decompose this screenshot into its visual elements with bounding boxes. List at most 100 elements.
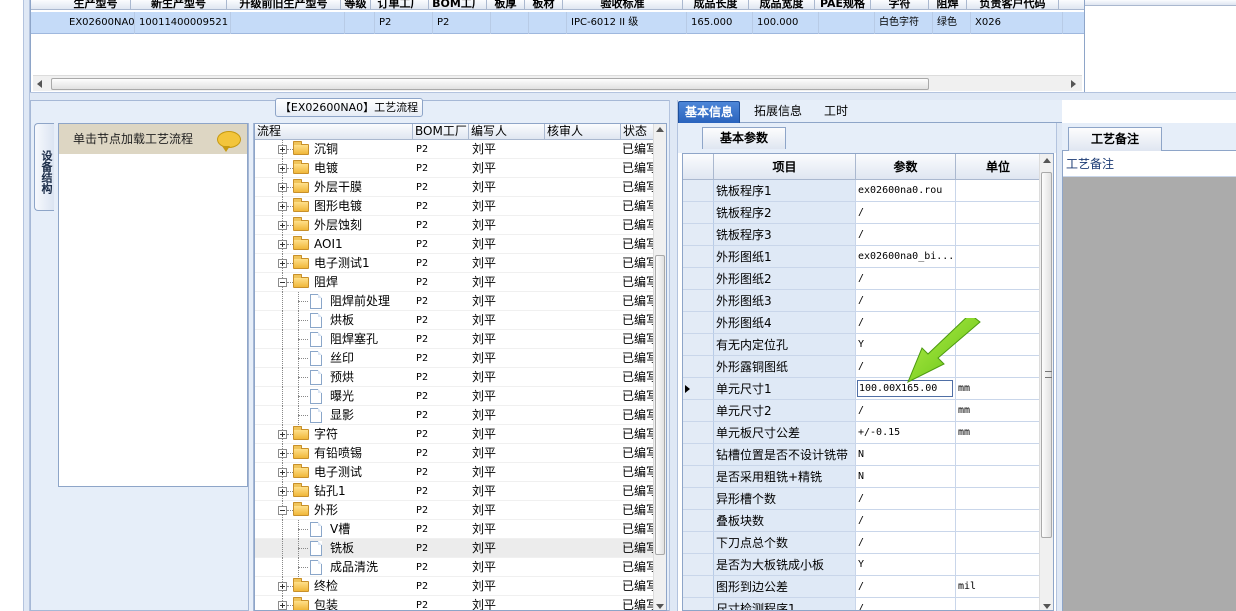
product-cell[interactable]: 10011400009521 [135, 12, 231, 34]
param-value-cell[interactable]: / [856, 268, 956, 290]
product-cell[interactable]: 100.000 [753, 12, 819, 34]
table-row[interactable]: 成品清洗 P2 刘平 已编写 [255, 558, 655, 577]
table-row[interactable]: 阻焊前处理 P2 刘平 已编写 [255, 292, 655, 311]
process-tree-vscrollbar[interactable] [653, 124, 666, 610]
row-indicator[interactable] [683, 356, 714, 378]
product-col-header[interactable]: 阻焊 [929, 0, 967, 10]
table-row[interactable]: 有铅喷锡 P2 刘平 已编写 [255, 444, 655, 463]
product-cell[interactable]: P2 [433, 12, 491, 34]
row-indicator[interactable] [683, 180, 714, 202]
tree-node-label[interactable]: 沉铜 [314, 140, 412, 159]
table-row[interactable]: 终检 P2 刘平 已编写 [255, 577, 655, 596]
table-row[interactable]: 图形到边公差 / mil [683, 576, 1041, 598]
table-row[interactable]: 阻焊塞孔 P2 刘平 已编写 [255, 330, 655, 349]
table-row[interactable]: 铣板程序2/ [683, 202, 1041, 224]
table-row[interactable]: 尺寸检测程序1/ [683, 598, 1041, 610]
tree-node-label[interactable]: 电子测试1 [314, 254, 412, 273]
expand-icon[interactable] [278, 487, 287, 496]
col-value-header[interactable]: 参数 [856, 154, 956, 180]
param-value-cell[interactable]: N [856, 444, 956, 466]
table-row[interactable]: 钻槽位置是否不设计铣带 N [683, 444, 1041, 466]
product-cell[interactable]: X026 [971, 12, 1063, 34]
expand-icon[interactable] [278, 430, 287, 439]
tree-node-label[interactable]: 电镀 [314, 159, 412, 178]
node-tree-box[interactable]: 单击节点加载工艺流程 [58, 123, 248, 487]
scroll-left-icon[interactable] [37, 80, 42, 88]
tree-node-label[interactable]: 终检 [314, 577, 412, 596]
param-value-cell[interactable]: / [856, 598, 956, 610]
product-col-header[interactable]: 板材 [525, 0, 563, 10]
row-indicator[interactable] [683, 598, 714, 610]
expand-icon[interactable] [278, 202, 287, 211]
table-row[interactable]: 下刀点总个数 / [683, 532, 1041, 554]
row-indicator[interactable] [683, 202, 714, 224]
tab-extended-info[interactable]: 拓展信息 [748, 101, 808, 123]
expand-icon[interactable] [278, 145, 287, 154]
table-row[interactable]: 外形图纸1 ex02600na0_bi... [683, 246, 1041, 268]
product-col-header[interactable]: 负责客户代码 [967, 0, 1059, 10]
tree-col-header[interactable]: 流程 [255, 124, 413, 140]
tree-node-label[interactable]: 显影 [330, 406, 412, 425]
expand-icon[interactable] [278, 164, 287, 173]
param-value-cell[interactable]: / [856, 400, 956, 422]
tree-node-label[interactable]: V槽 [330, 520, 412, 539]
product-cell[interactable] [231, 12, 345, 34]
table-row[interactable]: 是否采用粗铣+精铣 N [683, 466, 1041, 488]
table-row[interactable]: 包装 P2 刘平 已编写 [255, 596, 655, 610]
tree-node-label[interactable]: 成品清洗 [330, 558, 412, 577]
product-col-header[interactable]: 升级前旧生产型号 [227, 0, 341, 10]
table-row[interactable]: AOI1 P2 刘平 已编写 [255, 235, 655, 254]
tree-col-header[interactable]: 状态 [621, 124, 657, 140]
product-col-header[interactable]: BOM工厂 [429, 0, 487, 10]
tree-node-label[interactable]: 外形 [314, 501, 412, 520]
row-indicator[interactable] [683, 532, 714, 554]
tree-node-label[interactable]: 外层蚀刻 [314, 216, 412, 235]
tree-node-label[interactable]: 电子测试 [314, 463, 412, 482]
col-unit-header[interactable]: 单位 [956, 154, 1041, 180]
scroll-up-icon[interactable] [656, 127, 664, 132]
tree-node-label[interactable]: 图形电镀 [314, 197, 412, 216]
table-row[interactable]: 异形槽个数 / [683, 488, 1041, 510]
param-value-cell[interactable]: / [856, 488, 956, 510]
expand-icon[interactable] [278, 221, 287, 230]
table-row[interactable]: V槽 P2 刘平 已编写 [255, 520, 655, 539]
params-grid[interactable]: 项目 参数 单位 铣板程序1 ex02600na0.rou 铣板程序2/铣板程序3/… [682, 153, 1054, 611]
product-col-header[interactable]: 成品长度 [683, 0, 749, 10]
param-value-cell[interactable]: / [856, 510, 956, 532]
tab-device-structure[interactable]: 设备结构 [34, 123, 54, 211]
row-indicator[interactable] [683, 268, 714, 290]
product-col-header[interactable]: PAE规格 [815, 0, 871, 10]
remarks-area[interactable]: 工艺备注 [1062, 151, 1236, 611]
scroll-down-icon[interactable] [1043, 604, 1051, 609]
tab-process-remarks[interactable]: 工艺备注 [1068, 127, 1162, 151]
product-cell[interactable]: P2 [375, 12, 433, 34]
table-row[interactable]: 丝印 P2 刘平 已编写 [255, 349, 655, 368]
tab-work-hours[interactable]: 工时 [818, 101, 854, 123]
product-col-header[interactable]: 字符 [871, 0, 929, 10]
row-indicator[interactable] [683, 576, 714, 598]
row-indicator[interactable] [683, 466, 714, 488]
product-grid-hscrollbar[interactable] [33, 75, 1082, 91]
tree-node-label[interactable]: 包装 [314, 596, 412, 610]
tree-col-header[interactable]: 核审人 [545, 124, 621, 140]
row-indicator[interactable] [683, 400, 714, 422]
scroll-down-icon[interactable] [656, 604, 664, 609]
vscroll-thumb[interactable] [655, 255, 665, 555]
table-row[interactable]: 字符 P2 刘平 已编写 [255, 425, 655, 444]
row-indicator[interactable] [683, 444, 714, 466]
tree-node-label[interactable]: 阻焊 [314, 273, 412, 292]
table-row[interactable]: 外形图纸2/ [683, 268, 1041, 290]
param-value-cell[interactable]: / [856, 576, 956, 598]
tab-basic-params[interactable]: 基本参数 [702, 127, 786, 149]
table-row[interactable]: 外层干膜 P2 刘平 已编写 [255, 178, 655, 197]
product-grid-row[interactable]: EX02600NA0 10011400009521 P2 P2 IPC-6012 II … [31, 12, 1084, 34]
table-row[interactable]: 铣板 P2 刘平 已编写 [255, 539, 655, 558]
tree-node-label[interactable]: 铣板 [330, 539, 412, 558]
expand-icon[interactable] [278, 468, 287, 477]
table-row[interactable]: 铣板程序1 ex02600na0.rou [683, 180, 1041, 202]
expand-icon[interactable] [278, 183, 287, 192]
product-cell[interactable]: EX02600NA0 [65, 12, 135, 34]
product-cell[interactable] [819, 12, 875, 34]
product-cell[interactable]: IPC-6012 II 级 [567, 12, 687, 34]
table-row[interactable]: 叠板块数 / [683, 510, 1041, 532]
